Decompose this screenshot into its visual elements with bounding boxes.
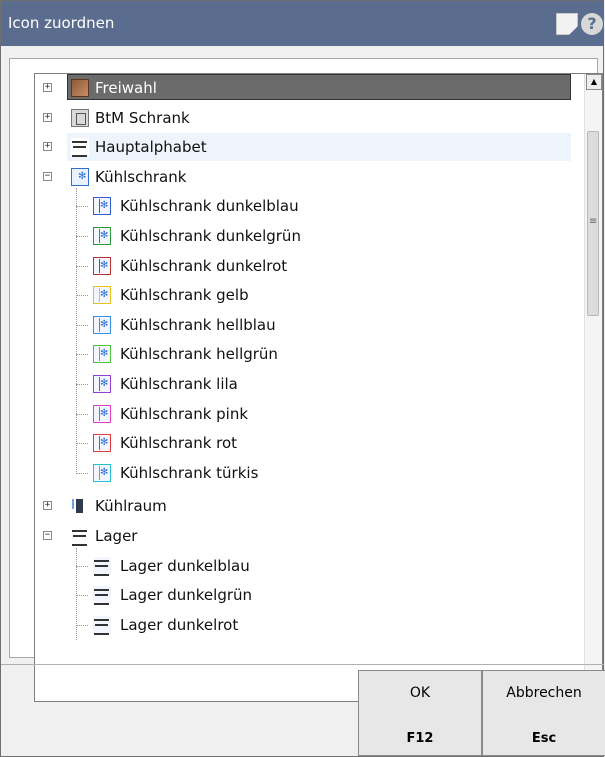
tree-item[interactable]: + Freiwahl [35, 74, 583, 102]
freiwahl-icon [71, 79, 89, 97]
ok-button-label: OK [409, 685, 431, 701]
tree-connector [76, 354, 88, 356]
tree-connector [76, 624, 88, 626]
fridge-icon [93, 286, 111, 305]
fridge-icon [71, 167, 89, 186]
tree-connector [76, 206, 88, 208]
tree-item-label: Kühlschrank pink [120, 404, 249, 423]
tree-connector [76, 443, 88, 445]
tree-item[interactable]: − Lager [35, 522, 583, 550]
tree-child-item[interactable]: Kühlschrank hellblau [35, 311, 583, 339]
fridge-icon [93, 315, 111, 334]
shelf-icon [93, 586, 111, 606]
tree-child-item[interactable]: Kühlschrank dunkelblau [35, 192, 583, 220]
tree-guide-line [76, 547, 77, 641]
tree-child-item[interactable]: Kühlschrank hellgrün [35, 340, 583, 368]
vertical-scrollbar[interactable]: ▲ ≡ ▼ [584, 74, 602, 701]
content-panel: ▲ ≡ ▼ + Freiwahl + BtM Schrank + Hauptalphabe… [9, 58, 603, 702]
fridge-icon [93, 345, 111, 364]
tree-item-label: Lager dunkelblau [120, 556, 250, 575]
tree-connector [76, 413, 88, 415]
shelf-icon [93, 556, 111, 576]
help-icon[interactable]: ? [581, 13, 603, 35]
tree-item-label: Kühlschrank [95, 167, 187, 186]
collapse-icon[interactable]: − [43, 531, 52, 540]
fridge-icon [93, 197, 111, 216]
tree-child-item[interactable]: Kühlschrank dunkelgrün [35, 222, 583, 250]
tree-child-item[interactable]: Kühlschrank dunkelrot [35, 252, 583, 280]
fridge-icon [93, 375, 111, 393]
tree-child-item[interactable]: Kühlschrank lila [35, 370, 583, 398]
tree-item[interactable]: + Hauptalphabet [35, 133, 583, 162]
cancel-button-shortcut: Esc [531, 731, 557, 746]
tree-item-label: Kühlschrank rot [120, 434, 238, 453]
tree-connector [76, 265, 88, 267]
scroll-up-button[interactable]: ▲ [586, 74, 602, 90]
tree-item[interactable]: − Kühlschrank [35, 163, 583, 191]
button-divider [1, 664, 604, 665]
shelf-icon [71, 527, 89, 546]
tree-item-label: Lager dunkelrot [120, 615, 239, 634]
dialog-window: Icon zuordnen ? ▲ ≡ ▼ + Freiwahl + BtM Schr… [0, 0, 605, 757]
expand-icon[interactable]: + [43, 142, 52, 152]
fridge-icon [93, 404, 111, 423]
fridge-icon [93, 227, 111, 245]
tree-item-label: Kühlschrank lila [120, 375, 238, 393]
tree-child-item[interactable]: Lager dunkelgrün [35, 581, 583, 609]
fridge-icon [93, 463, 111, 482]
fridge-icon [93, 434, 111, 453]
tree-item-label: Kühlschrank hellgrün [120, 345, 278, 364]
tree-item-label: Lager dunkelgrün [120, 586, 253, 605]
tree-item-label: Kühlschrank dunkelrot [120, 256, 288, 275]
tree-item[interactable]: + Kühlraum [35, 492, 583, 520]
btm-cabinet-icon [71, 108, 89, 127]
tree-item-label: Kühlschrank türkis [120, 463, 259, 482]
collapse-icon[interactable]: − [43, 171, 52, 181]
tree-connector [76, 295, 88, 297]
tree-connector [76, 236, 88, 237]
tree-child-item[interactable]: Lager dunkelrot [35, 611, 583, 639]
tree-item[interactable]: + BtM Schrank [35, 104, 583, 132]
tree-item-label: Kühlschrank hellblau [120, 315, 276, 334]
title-bar: Icon zuordnen ? [1, 1, 604, 46]
tree-child-item[interactable]: Kühlschrank gelb [35, 281, 583, 309]
tree-item-label: Hauptalphabet [95, 138, 207, 157]
tree-item-label: Lager [95, 527, 138, 545]
ok-button[interactable]: OK F12 [358, 670, 482, 756]
shelf-icon [71, 138, 89, 158]
tree-connector [76, 595, 88, 597]
expand-icon[interactable]: + [43, 83, 52, 92]
tree-child-item[interactable]: Kühlschrank rot [35, 429, 583, 457]
tree-connector [76, 472, 88, 474]
tree-child-item[interactable]: Lager dunkelblau [35, 552, 583, 580]
expand-icon[interactable]: + [43, 112, 52, 122]
expand-icon[interactable]: + [43, 501, 52, 511]
tree-item-label: Kühlschrank dunkelblau [120, 197, 299, 216]
tree-child-item[interactable]: Kühlschrank pink [35, 400, 583, 428]
tree-item-label: Kühlschrank gelb [120, 286, 249, 305]
ok-button-shortcut: F12 [406, 731, 434, 746]
tree-item-label: Kühlschrank dunkelgrün [120, 227, 301, 245]
shelf-icon [93, 615, 111, 635]
tree-item-label: Freiwahl [95, 79, 157, 97]
tree-connector [76, 324, 88, 326]
cold-room-icon [71, 497, 89, 516]
tree-item-label: Kühlraum [95, 497, 167, 516]
fridge-icon [93, 256, 111, 275]
tree-guide-line [76, 188, 77, 475]
cancel-button-label: Abbrechen [506, 685, 582, 701]
scroll-grip-icon: ≡ [589, 216, 598, 227]
note-icon[interactable] [556, 13, 578, 35]
icon-tree[interactable]: ▲ ≡ ▼ + Freiwahl + BtM Schrank + Hauptalphabe… [34, 73, 603, 702]
tree-child-item[interactable]: Kühlschrank türkis [35, 459, 583, 487]
dialog-title: Icon zuordnen [8, 14, 115, 32]
tree-connector [76, 565, 88, 567]
cancel-button[interactable]: Abbrechen Esc [482, 670, 605, 756]
tree-item-label: BtM Schrank [95, 108, 190, 127]
tree-connector [76, 384, 88, 385]
